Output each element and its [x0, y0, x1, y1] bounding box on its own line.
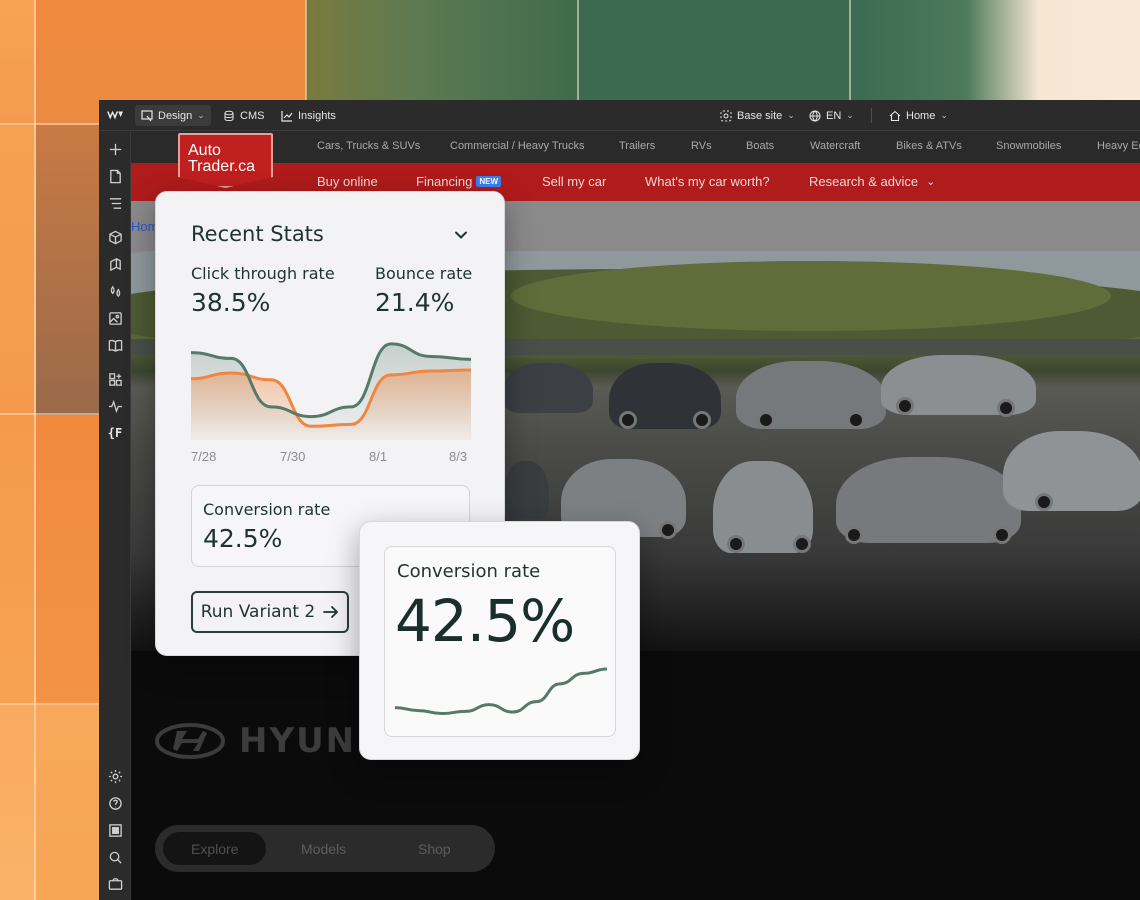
cms-label: CMS	[240, 109, 265, 122]
recent-stats-title: Recent Stats	[191, 222, 324, 246]
autotrader-category-bar: Cars, Trucks & SUVs Commercial / Heavy T…	[131, 131, 1140, 163]
chevron-down-icon: ⌄	[787, 110, 795, 120]
new-badge: NEW	[476, 176, 502, 187]
database-icon	[224, 110, 234, 121]
conversion-value: 42.5%	[203, 524, 283, 553]
run-variant-label: Run Variant 2	[200, 602, 316, 622]
pill-explore[interactable]: Explore	[163, 832, 267, 865]
ctr-label: Click through rate	[191, 264, 335, 283]
page-selector[interactable]: Home ⌄	[883, 105, 954, 126]
activity-icon[interactable]	[107, 398, 123, 414]
bounce-value: 21.4%	[375, 288, 455, 317]
assets-icon[interactable]	[107, 310, 123, 326]
category-link[interactable]: Snowmobiles	[996, 140, 1061, 152]
nav-buy-online[interactable]: Buy online	[317, 174, 378, 189]
chart-line-icon	[281, 110, 293, 122]
category-link[interactable]: Bikes & ATVs	[896, 140, 962, 152]
variables-icon[interactable]	[107, 283, 123, 299]
design-mode-button[interactable]: Design ⌄	[135, 105, 211, 126]
run-variant-button[interactable]: Run Variant 2	[191, 591, 349, 633]
globe-icon	[809, 110, 821, 122]
nav-sell-my-car[interactable]: Sell my car	[542, 174, 606, 189]
x-tick-label: 7/30	[280, 449, 306, 464]
pill-models[interactable]: Models	[273, 832, 374, 865]
designer-topbar: Design ⌄ CMS Insights Base site ⌄ EN ⌄ H…	[99, 100, 1140, 131]
bounce-label: Bounce rate	[375, 264, 473, 283]
ctr-value: 38.5%	[191, 288, 271, 317]
hyundai-emblem-icon	[155, 723, 225, 759]
design-icon	[141, 109, 153, 121]
chevron-down-icon: ⌄	[846, 110, 854, 120]
category-link[interactable]: Boats	[746, 140, 774, 152]
preview-square-icon[interactable]	[107, 822, 123, 838]
design-label: Design	[158, 109, 193, 122]
x-tick-label: 8/3	[449, 449, 468, 464]
stats-line-chart	[191, 342, 471, 440]
topbar-divider	[871, 108, 872, 123]
sparkline-line	[395, 667, 607, 716]
category-link[interactable]: Trailers	[619, 140, 655, 152]
libraries-icon[interactable]	[107, 256, 123, 272]
chevron-down-icon: ⌄	[197, 110, 205, 120]
category-link[interactable]: Heavy Ed	[1097, 140, 1140, 152]
base-site-label: Base site	[737, 109, 783, 122]
pill-shop[interactable]: Shop	[390, 832, 479, 865]
nav-financing[interactable]: Financing NEW	[416, 174, 502, 189]
language-label: EN	[826, 109, 842, 122]
category-link[interactable]: Commercial / Heavy Trucks	[450, 140, 584, 152]
components-icon[interactable]	[107, 229, 123, 245]
conversion-card-value: 42.5%	[395, 587, 575, 655]
logo-text-auto: Auto	[188, 142, 221, 159]
page-label: Home	[906, 109, 936, 122]
search-icon[interactable]	[107, 849, 123, 865]
conversion-card-label: Conversion rate	[397, 561, 541, 582]
x-tick-label: 8/1	[369, 449, 388, 464]
help-icon[interactable]	[107, 795, 123, 811]
conversion-label: Conversion rate	[203, 500, 331, 519]
logo-text-trader: Trader.ca	[188, 158, 255, 175]
conversion-rate-card: Conversion rate 42.5%	[359, 521, 640, 760]
navigator-icon[interactable]	[107, 195, 123, 211]
series-area	[191, 370, 471, 440]
chevron-down-icon[interactable]	[452, 226, 470, 244]
finsweet-icon[interactable]: {F	[107, 425, 123, 441]
insights-label: Insights	[298, 109, 336, 122]
base-site-selector[interactable]: Base site ⌄	[714, 105, 801, 126]
nav-research-advice[interactable]: Research & advice ⌄	[809, 174, 935, 189]
arrow-right-icon	[323, 606, 339, 618]
category-link[interactable]: RVs	[691, 140, 712, 152]
conversion-sparkline	[395, 667, 607, 716]
category-link[interactable]: Cars, Trucks & SUVs	[317, 140, 420, 152]
settings-icon[interactable]	[107, 768, 123, 784]
language-selector[interactable]: EN ⌄	[803, 105, 860, 126]
apps-icon[interactable]	[107, 371, 123, 387]
book-icon[interactable]	[107, 337, 123, 353]
insights-button[interactable]: Insights	[275, 105, 342, 126]
video-icon[interactable]	[107, 876, 123, 892]
target-icon	[720, 110, 732, 121]
chevron-down-icon: ⌄	[926, 176, 936, 188]
conversion-rate-panel: Conversion rate 42.5%	[384, 546, 616, 737]
x-tick-label: 7/28	[191, 449, 217, 464]
cms-button[interactable]: CMS	[217, 105, 270, 126]
home-icon	[889, 110, 901, 121]
hyundai-pill-nav: Explore Models Shop	[155, 825, 495, 872]
nav-car-worth[interactable]: What's my car worth?	[645, 174, 770, 189]
webflow-logo-icon[interactable]	[107, 108, 123, 123]
autotrader-logo[interactable]: Auto Trader.ca	[178, 133, 273, 188]
category-link[interactable]: Watercraft	[810, 140, 860, 152]
chevron-down-icon: ⌄	[940, 110, 948, 120]
pages-icon[interactable]	[107, 168, 123, 184]
add-icon[interactable]	[107, 141, 123, 157]
designer-left-toolbar: {F	[99, 131, 131, 900]
